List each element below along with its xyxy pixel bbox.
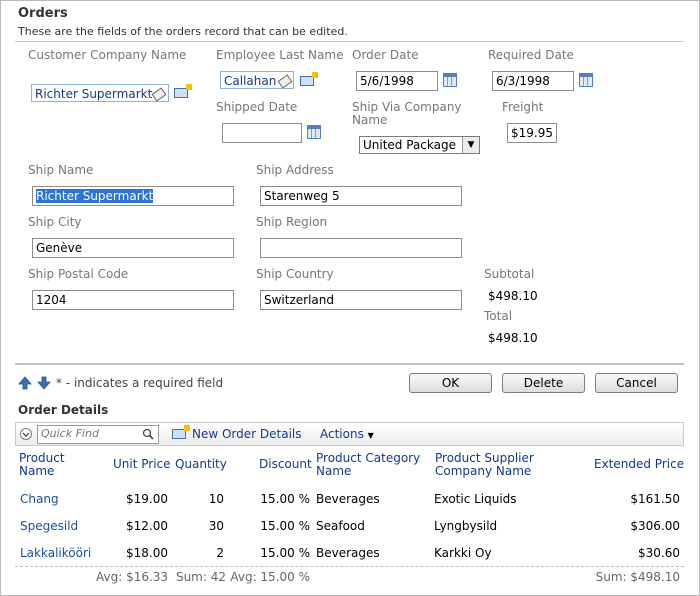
ship-city-label: Ship City (28, 215, 82, 229)
new-record-icon[interactable] (172, 425, 190, 439)
chevron-down-icon: ▼ (367, 431, 374, 440)
col-extended-price[interactable]: Extended Price (594, 458, 684, 471)
discount: 15.00 % (260, 492, 310, 506)
subtotal-value: $498.10 (488, 289, 538, 303)
product-name-link[interactable]: Lakkalikööri (20, 546, 91, 560)
ship-name-input[interactable]: Richter Supermarkt (32, 186, 234, 206)
ship-address-input[interactable]: Starenweg 5 (260, 186, 462, 206)
ship-country-label: Ship Country (256, 267, 334, 281)
supplier: Lyngbysild (434, 519, 498, 533)
discount: 15.00 % (260, 519, 310, 533)
ship-region-label: Ship Region (256, 215, 328, 229)
category: Beverages (316, 546, 380, 560)
ship-region-input[interactable] (260, 238, 462, 258)
ship-city-input[interactable]: Genève (32, 238, 234, 258)
arrow-up-icon[interactable] (18, 376, 32, 390)
ship-address-label: Ship Address (256, 163, 334, 177)
ship-name-value: Richter Supermarkt (36, 189, 154, 203)
freight-input[interactable]: $19.95 (507, 123, 557, 143)
footer-extended-price: Sum: $498.10 (595, 570, 680, 584)
calendar-icon[interactable] (307, 125, 321, 139)
col-unit-price[interactable]: Unit Price (113, 458, 171, 471)
ship-via-select[interactable]: United Package ▼ (359, 136, 480, 154)
quantity: 10 (208, 492, 224, 506)
order-date-label: Order Date (352, 48, 419, 62)
category: Beverages (316, 492, 380, 506)
footer-unit-price: Avg: $16.33 (96, 570, 169, 584)
required-date-input[interactable]: 6/3/1998 (492, 71, 574, 91)
calendar-icon[interactable] (579, 73, 593, 87)
customer-company-lookup[interactable]: Richter Supermarkt (31, 84, 169, 102)
col-quantity[interactable]: Quantity (175, 458, 227, 471)
form-title: Orders (18, 6, 68, 21)
ship-postal-code-input[interactable]: 1204 (32, 290, 234, 310)
required-note: * - indicates a required field (56, 376, 224, 390)
quantity: 30 (208, 519, 224, 533)
employee-last-name-label: Employee Last Name (216, 48, 344, 62)
clear-icon[interactable] (151, 87, 167, 102)
clear-icon[interactable] (277, 74, 293, 89)
customer-company-label: Customer Company Name (28, 48, 187, 62)
category: Seafood (316, 519, 365, 533)
discount: 15.00 % (260, 546, 310, 560)
shipped-date-input[interactable] (222, 123, 302, 143)
employee-value: Callahan (224, 74, 277, 88)
calendar-icon[interactable] (443, 73, 457, 87)
header-divider (15, 41, 684, 42)
unit-price: $19.00 (126, 492, 168, 506)
col-product-name[interactable]: Product Name (19, 452, 99, 478)
supplier: Karkki Oy (434, 546, 492, 560)
total-value: $498.10 (488, 331, 538, 345)
actions-label: Actions (320, 427, 364, 441)
new-customer-icon[interactable] (174, 84, 192, 98)
ok-button[interactable]: OK (409, 373, 492, 393)
total-label: Total (484, 309, 513, 323)
actions-menu[interactable]: Actions ▼ (320, 427, 374, 441)
chevron-down-icon[interactable]: ▼ (462, 137, 479, 153)
new-order-details-link[interactable]: New Order Details (192, 427, 302, 441)
order-date-input[interactable]: 5/6/1998 (356, 71, 438, 91)
form-description: These are the fields of the orders recor… (18, 25, 348, 38)
employee-lookup[interactable]: Callahan (220, 71, 294, 89)
unit-price: $12.00 (126, 519, 168, 533)
subtotal-label: Subtotal (484, 267, 535, 281)
col-supplier[interactable]: Product Supplier Company Name (435, 452, 565, 478)
unit-price: $18.00 (126, 546, 168, 560)
product-name-link[interactable]: Spegesild (20, 519, 78, 533)
col-category[interactable]: Product Category Name (316, 452, 428, 478)
shipped-date-label: Shipped Date (216, 100, 298, 114)
ship-postal-code-label: Ship Postal Code (28, 267, 129, 281)
quantity: 2 (216, 546, 224, 560)
quick-find-input[interactable] (38, 426, 139, 441)
footer-quantity: Sum: 42 (175, 570, 226, 584)
ship-via-value: United Package (363, 138, 456, 152)
action-divider (15, 363, 684, 365)
ship-name-label: Ship Name (28, 163, 94, 177)
cancel-button[interactable]: Cancel (595, 373, 678, 393)
delete-button[interactable]: Delete (502, 373, 585, 393)
supplier: Exotic Liquids (434, 492, 517, 506)
extended-price: $30.60 (638, 546, 680, 560)
footer-divider (15, 566, 684, 567)
col-discount[interactable]: Discount (259, 458, 312, 471)
product-name-link[interactable]: Chang (20, 492, 59, 506)
ship-country-input[interactable]: Switzerland (260, 290, 462, 310)
footer-discount: Avg: 15.00 % (230, 570, 310, 584)
chevron-down-icon[interactable] (20, 428, 32, 440)
ship-via-label: Ship Via Company Name (352, 100, 462, 127)
customer-company-value: Richter Supermarkt (35, 87, 153, 101)
details-toolbar: New Order Details Actions ▼ (15, 422, 684, 446)
search-icon[interactable] (142, 428, 154, 440)
freight-label: Freight (502, 100, 544, 114)
new-employee-icon[interactable] (300, 72, 318, 86)
extended-price: $161.50 (630, 492, 680, 506)
extended-price: $306.00 (630, 519, 680, 533)
arrow-down-icon[interactable] (37, 376, 51, 390)
order-details-title: Order Details (18, 403, 109, 417)
quick-find-box[interactable] (37, 425, 159, 444)
required-date-label: Required Date (488, 48, 574, 62)
